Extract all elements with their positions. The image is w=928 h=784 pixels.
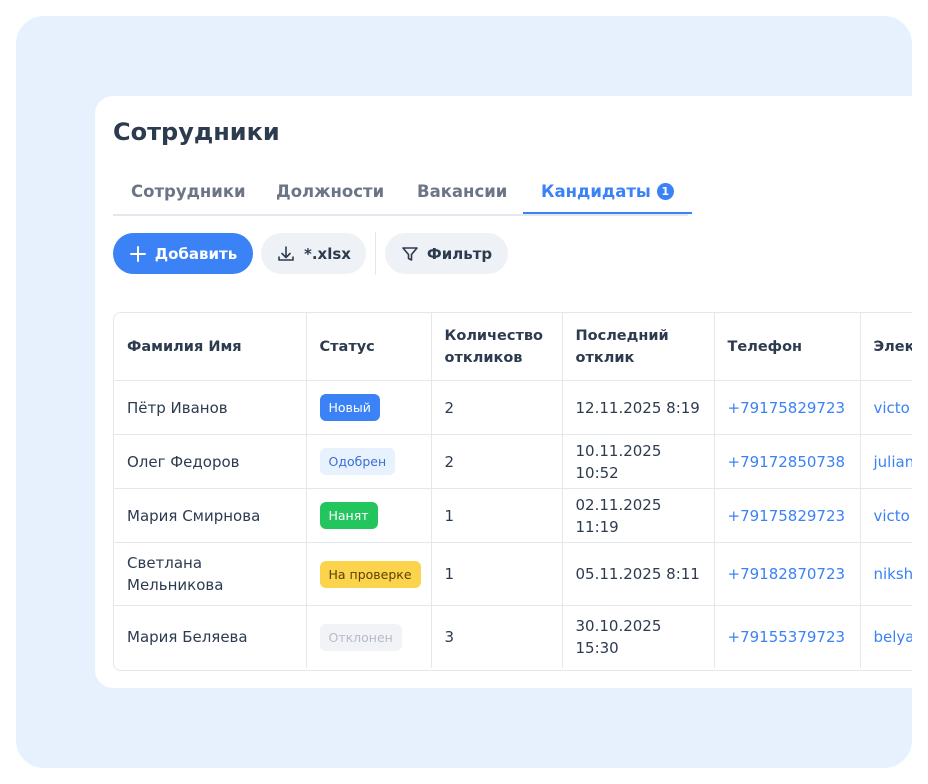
cell-name: Мария Беляева: [114, 605, 307, 668]
cell-name: Мария Смирнова: [114, 488, 307, 543]
cell-name: Пётр Иванов: [114, 380, 307, 435]
export-xlsx-button[interactable]: *.xlsx: [261, 233, 366, 274]
cell-status: Нанят: [306, 488, 432, 543]
phone-link[interactable]: +79182870723: [714, 542, 861, 606]
tab-count-badge: 1: [656, 183, 674, 200]
table-row[interactable]: Мария Смирнова Нанят 1 02.11.2025 11:19 …: [114, 488, 912, 543]
status-badge: Нанят: [319, 502, 378, 529]
cell-status: Новый: [306, 380, 432, 435]
background-panel: Сотрудники Сотрудники Должности Вакансии…: [16, 16, 912, 768]
cell-responses: 2: [431, 380, 563, 435]
tab-candidates[interactable]: Кандидаты 1: [523, 172, 692, 214]
cell-status: Отклонен: [306, 605, 432, 668]
status-badge: Отклонен: [319, 623, 402, 651]
cell-last-response: 02.11.2025 11:19: [562, 488, 715, 543]
tab-bar: Сотрудники Должности Вакансии Кандидаты 1: [113, 172, 692, 216]
email-link[interactable]: niksh: [860, 542, 912, 606]
column-header-status[interactable]: Статус: [306, 313, 432, 381]
page-title: Сотрудники: [113, 118, 280, 146]
cell-name: Олег Федоров: [114, 434, 307, 489]
phone-link[interactable]: +79155379723: [714, 605, 861, 668]
cell-status: На проверке: [306, 542, 432, 606]
table-row[interactable]: Мария Беляева Отклонен 3 30.10.2025 15:3…: [114, 605, 912, 668]
table-row[interactable]: Светлана Мельникова На проверке 1 05.11.…: [114, 542, 912, 606]
tab-candidates-label: Кандидаты: [541, 182, 651, 201]
table-header-row: Фамилия Имя Статус Количество откликов П…: [114, 313, 912, 381]
table-row[interactable]: Олег Федоров Одобрен 2 10.11.2025 10:52 …: [114, 434, 912, 489]
cell-responses: 1: [431, 488, 563, 543]
cell-last-response: 05.11.2025 8:11: [562, 542, 715, 606]
tab-vacancies[interactable]: Вакансии: [417, 172, 507, 212]
phone-link[interactable]: +79172850738: [714, 434, 861, 489]
funnel-icon: [401, 245, 419, 263]
column-header-phone[interactable]: Телефон: [714, 313, 861, 381]
cell-responses: 3: [431, 605, 563, 668]
phone-link[interactable]: +79175829723: [714, 488, 861, 543]
cell-responses: 2: [431, 434, 563, 489]
cell-responses: 1: [431, 542, 563, 606]
status-badge: Одобрен: [319, 448, 396, 475]
toolbar-divider: [375, 232, 376, 275]
email-link[interactable]: belya com: [860, 605, 912, 668]
candidates-table: Фамилия Имя Статус Количество откликов П…: [113, 312, 912, 671]
email-link[interactable]: victo: [860, 488, 912, 543]
plus-icon: [129, 245, 147, 263]
phone-link[interactable]: +79175829723: [714, 380, 861, 435]
download-icon: [276, 244, 296, 264]
add-button-label: Добавить: [154, 244, 238, 263]
add-button[interactable]: Добавить: [113, 233, 253, 274]
column-header-name[interactable]: Фамилия Имя: [114, 313, 307, 381]
status-badge: На проверке: [319, 560, 421, 588]
content-card: Сотрудники Сотрудники Должности Вакансии…: [95, 96, 912, 688]
email-link[interactable]: victo: [860, 380, 912, 435]
column-header-last-response[interactable]: Последний отклик: [562, 313, 715, 381]
status-badge: Новый: [319, 394, 380, 421]
cell-status: Одобрен: [306, 434, 432, 489]
table-row[interactable]: Пётр Иванов Новый 2 12.11.2025 8:19 +791…: [114, 380, 912, 435]
tab-positions[interactable]: Должности: [276, 172, 384, 212]
filter-button-label: Фильтр: [426, 244, 493, 263]
cell-last-response: 10.11.2025 10:52: [562, 434, 715, 489]
email-link[interactable]: julian: [860, 434, 912, 489]
cell-name: Светлана Мельникова: [114, 542, 307, 606]
cell-last-response: 30.10.2025 15:30: [562, 605, 715, 668]
export-button-label: *.xlsx: [304, 244, 351, 263]
cell-last-response: 12.11.2025 8:19: [562, 380, 715, 435]
filter-button[interactable]: Фильтр: [385, 233, 508, 274]
tab-employees[interactable]: Сотрудники: [131, 172, 246, 212]
column-header-responses[interactable]: Количество откликов: [431, 313, 563, 381]
column-header-email[interactable]: Элек: [860, 313, 912, 381]
